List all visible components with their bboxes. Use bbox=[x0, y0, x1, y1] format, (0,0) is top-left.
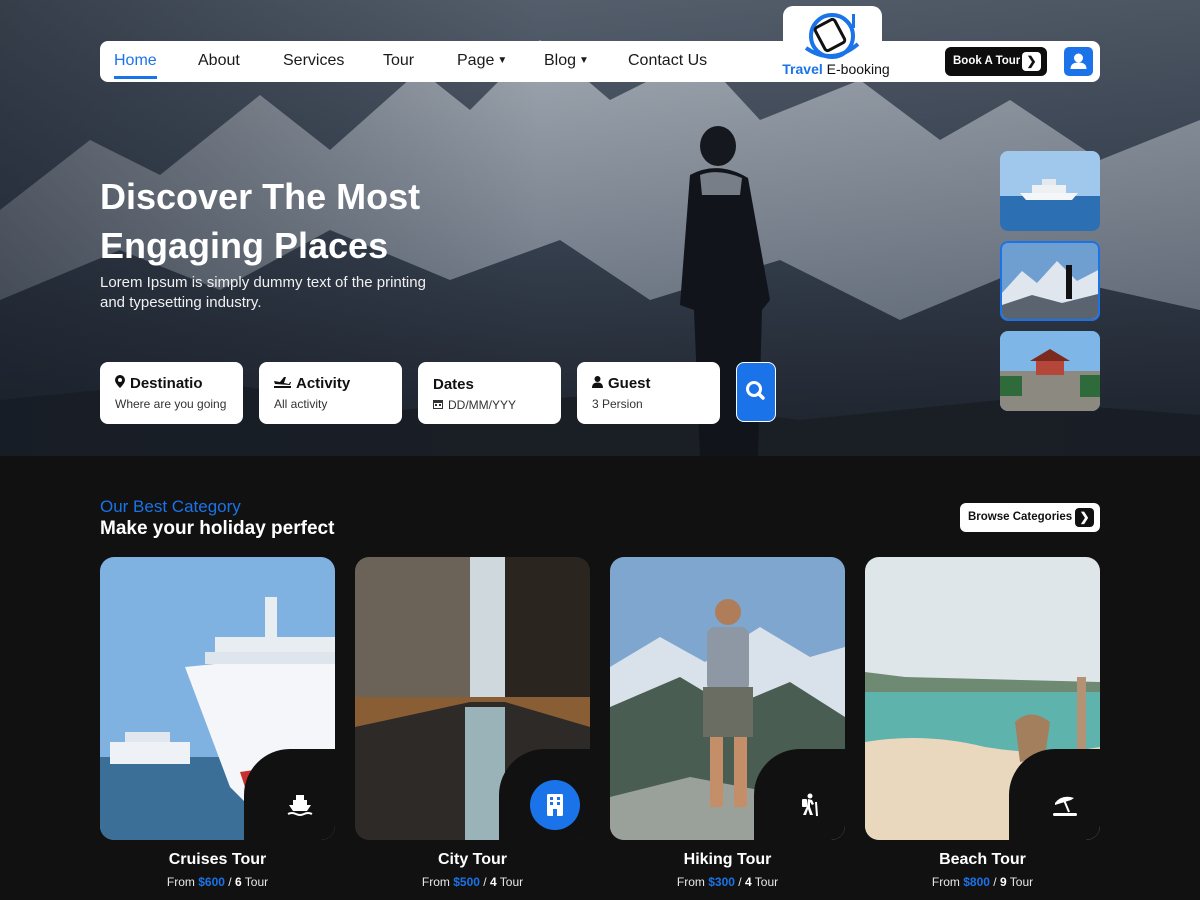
card-title: Hiking Tour bbox=[683, 851, 772, 868]
hero-title: Discover The Most Engaging Places bbox=[100, 176, 421, 266]
thumbnail-temple[interactable] bbox=[1000, 331, 1100, 411]
card-price: From $300 / 4 Tour bbox=[676, 875, 779, 889]
chevron-right-icon: ❯ bbox=[1022, 52, 1041, 71]
category-title: Make your holiday perfect bbox=[100, 518, 335, 539]
chevron-down-icon: ▼ bbox=[579, 55, 589, 66]
activity-field[interactable]: Activity All activity bbox=[259, 362, 402, 424]
umbrella-beach-icon bbox=[1053, 796, 1077, 816]
nav-services[interactable]: Services bbox=[283, 52, 344, 70]
nav-tour[interactable]: Tour bbox=[383, 52, 414, 70]
book-a-tour-button[interactable]: Book A Tour ❯ bbox=[945, 47, 1047, 76]
plane-icon bbox=[274, 375, 291, 392]
nav-about[interactable]: About bbox=[198, 52, 240, 70]
chevron-down-icon: ▼ bbox=[497, 55, 508, 66]
site-logo[interactable]: Travel E-booking bbox=[776, 8, 896, 80]
chevron-right-icon: ❯ bbox=[1075, 508, 1094, 527]
search-icon bbox=[746, 381, 765, 400]
thumbnail-cruise[interactable] bbox=[1000, 151, 1100, 231]
card-price: From $600 / 6 Tour bbox=[166, 875, 269, 889]
category-kicker: Our Best Category bbox=[100, 497, 241, 516]
calendar-icon bbox=[433, 398, 443, 412]
nav-contact[interactable]: Contact Us bbox=[628, 52, 707, 70]
nav-page[interactable]: Page ▼ bbox=[457, 52, 507, 70]
user-icon bbox=[1070, 53, 1087, 69]
destination-field[interactable]: Destinatio Where are you going bbox=[100, 362, 243, 424]
browse-categories-button[interactable]: Browse Categories ❯ bbox=[960, 503, 1100, 532]
thumbnail-mountain[interactable] bbox=[1000, 241, 1100, 321]
card-price: From $800 / 9 Tour bbox=[931, 875, 1034, 889]
card-title: Beach Tour bbox=[939, 851, 1026, 868]
building-icon-button[interactable] bbox=[530, 780, 580, 830]
logo-icon bbox=[804, 13, 860, 59]
card-title: Cruises Tour bbox=[168, 851, 267, 868]
building-icon bbox=[547, 794, 563, 816]
nav-home[interactable]: Home bbox=[114, 52, 157, 79]
hero-subtitle: Lorem Ipsum is simply dummy text of the … bbox=[100, 274, 426, 311]
guest-field[interactable]: Guest 3 Persion bbox=[577, 362, 720, 424]
mountain-image bbox=[1002, 243, 1098, 319]
user-account-button[interactable] bbox=[1064, 47, 1093, 76]
hiker-icon bbox=[802, 793, 818, 817]
umbrella-beach-icon-button[interactable] bbox=[1040, 780, 1090, 830]
ship-icon bbox=[287, 795, 313, 816]
cruise-image bbox=[1000, 151, 1100, 231]
dates-field[interactable]: Dates DD/MM/YYY bbox=[418, 362, 561, 424]
ship-icon-button[interactable] bbox=[275, 780, 325, 830]
person-icon bbox=[592, 375, 603, 392]
map-pin-icon bbox=[115, 375, 125, 392]
card-price: From $500 / 4 Tour bbox=[421, 875, 524, 889]
hiker-icon-button[interactable] bbox=[785, 780, 835, 830]
logo-text: Travel E-booking bbox=[782, 61, 890, 77]
nav-blog[interactable]: Blog ▼ bbox=[544, 52, 589, 70]
card-title: City Tour bbox=[437, 851, 508, 868]
temple-image bbox=[1000, 331, 1100, 411]
search-button[interactable] bbox=[736, 362, 776, 422]
